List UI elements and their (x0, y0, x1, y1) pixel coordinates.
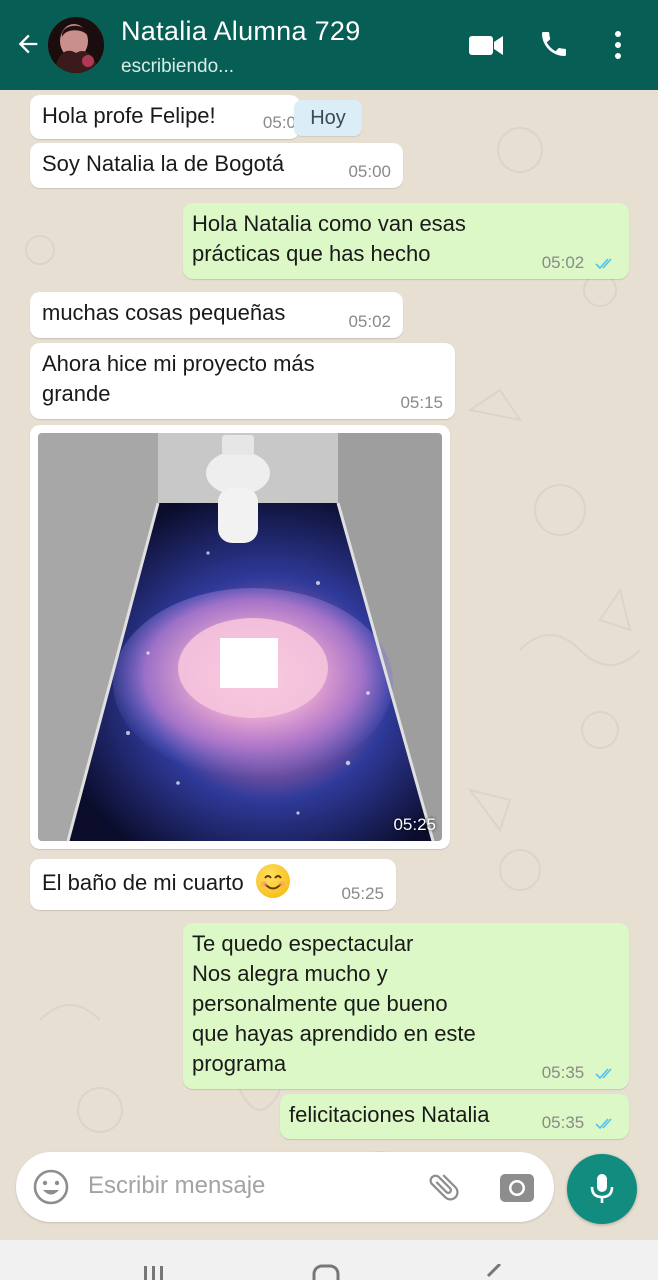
emoji-icon[interactable] (32, 1168, 70, 1206)
message-line: que hayas aprendido en este (192, 1021, 476, 1046)
read-ticks-icon (595, 1117, 612, 1129)
more-options-icon[interactable] (606, 28, 630, 62)
message-text: felicitaciones Natalia (289, 1102, 490, 1127)
message-text: El baño de mi cuarto (42, 870, 244, 895)
attach-icon[interactable] (426, 1169, 462, 1205)
message-composer[interactable]: Escribir mensaje (16, 1152, 554, 1222)
message-line: personalmente que bueno (192, 991, 448, 1016)
microphone-icon (590, 1174, 614, 1203)
bathroom-photo[interactable] (38, 433, 442, 841)
message-line: Ahora hice mi proyecto más (42, 351, 315, 376)
message-line: grande (42, 381, 111, 406)
message-line: Hola Natalia como van esas (192, 211, 466, 236)
message-line: Nos alegra mucho y (192, 961, 388, 986)
back-arrow-icon[interactable] (14, 30, 42, 58)
message-outgoing[interactable]: Te quedo espectacular Nos alegra mucho y… (183, 923, 629, 1089)
date-chip: Hoy (294, 100, 362, 136)
message-time: 05:02 (542, 253, 617, 273)
message-text: muchas cosas pequeñas (42, 300, 286, 325)
message-time: 05:35 (542, 1113, 617, 1133)
message-time: 05:02 (348, 312, 391, 331)
system-nav-bar (0, 1240, 658, 1280)
image-message[interactable]: 05:25 (30, 425, 450, 849)
read-ticks-icon (595, 1067, 612, 1079)
chat-area[interactable]: Hola profe Felipe! 05:0 Hoy Soy Natalia … (0, 90, 658, 1240)
message-incoming[interactable]: Hola profe Felipe! 05:0 (30, 95, 300, 139)
message-outgoing[interactable]: felicitaciones Natalia 05:35 (280, 1094, 629, 1139)
read-ticks-icon (595, 257, 612, 269)
message-line: Te quedo espectacular (192, 931, 414, 956)
message-text: Soy Natalia la de Bogotá (42, 151, 285, 176)
message-time: 05:35 (542, 1063, 617, 1083)
message-incoming[interactable]: Ahora hice mi proyecto más grande 05:15 (30, 343, 455, 419)
recent-apps-icon[interactable] (142, 1266, 166, 1280)
phone-call-icon[interactable] (538, 28, 570, 60)
smiling-face-icon (255, 864, 290, 899)
message-text: Hola profe Felipe! (42, 103, 216, 128)
home-icon[interactable] (312, 1264, 340, 1280)
contact-name[interactable]: Natalia Alumna 729 (121, 16, 361, 47)
avatar[interactable] (48, 17, 104, 73)
message-incoming[interactable]: El baño de mi cuarto 05:25 (30, 859, 396, 910)
camera-icon[interactable] (498, 1168, 536, 1206)
message-time: 05:00 (348, 162, 391, 181)
message-time: 05:0 (262, 113, 296, 132)
message-time: 05:15 (400, 393, 443, 412)
back-nav-icon[interactable] (484, 1264, 504, 1280)
message-incoming[interactable]: Soy Natalia la de Bogotá 05:00 (30, 143, 403, 188)
message-outgoing[interactable]: Hola Natalia como van esas prácticas que… (183, 203, 629, 279)
chat-header: Natalia Alumna 729 escribiendo... (0, 0, 658, 90)
message-time: 05:25 (393, 815, 436, 834)
video-call-icon[interactable] (468, 30, 504, 60)
message-time: 05:25 (341, 884, 384, 903)
mic-button[interactable] (567, 1154, 637, 1224)
message-incoming[interactable]: muchas cosas pequeñas 05:02 (30, 292, 403, 338)
message-input[interactable]: Escribir mensaje (88, 1172, 265, 1200)
contact-status: escribiendo... (121, 56, 235, 77)
